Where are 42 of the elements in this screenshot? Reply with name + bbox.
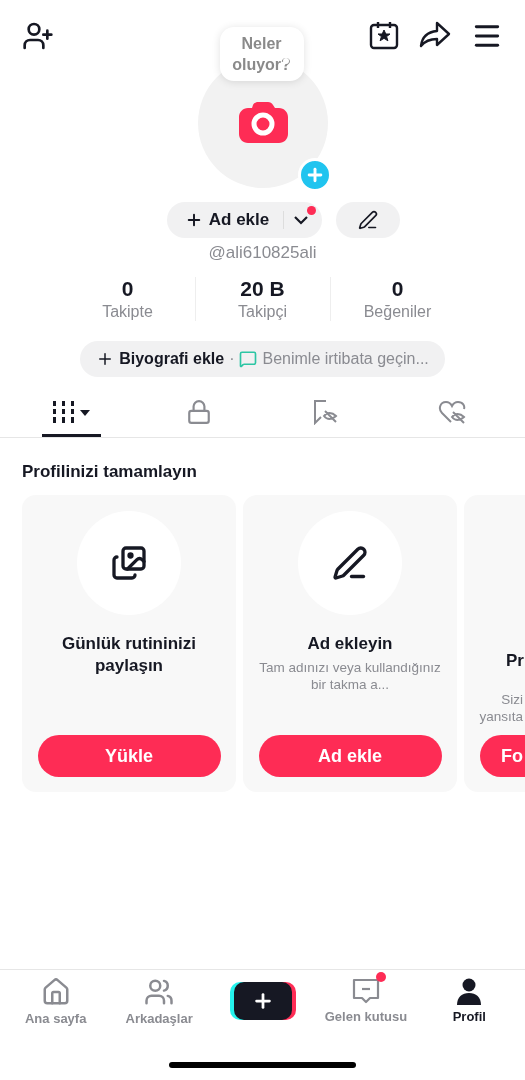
images-icon bbox=[111, 545, 147, 581]
pen-icon bbox=[358, 210, 379, 230]
edit-button[interactable] bbox=[336, 202, 401, 238]
status-tooltip[interactable]: Neler oluyor? bbox=[219, 27, 304, 81]
card-description: Sizi bbox=[500, 691, 524, 708]
card-title: Pr bbox=[506, 651, 525, 671]
stat-value: 0 bbox=[121, 277, 134, 301]
stat-label[interactable]: Beğeniler bbox=[363, 303, 432, 321]
camera-icon bbox=[236, 101, 289, 145]
grid-icon bbox=[51, 400, 92, 423]
add-friend-button[interactable] bbox=[22, 20, 54, 52]
calendar-button[interactable] bbox=[369, 20, 399, 52]
separator-dot: · bbox=[229, 350, 235, 368]
stat-value: 20 B bbox=[240, 277, 285, 301]
card-action-button[interactable]: Yükle bbox=[37, 735, 221, 777]
person-icon bbox=[455, 977, 484, 1005]
card-action-button[interactable]: Ad ekle bbox=[258, 735, 442, 777]
stat-label[interactable]: Takipte bbox=[102, 303, 153, 321]
stat-value: 0 bbox=[391, 277, 404, 301]
card-title: Günlük rutininizi paylaşın bbox=[60, 633, 198, 677]
nav-tab[interactable]: Ana sayfa bbox=[4, 970, 108, 1034]
username: @ali610825ali bbox=[207, 243, 318, 263]
add-name-button[interactable]: Ad ekle bbox=[166, 202, 323, 238]
contact-label: Benimle irtibata geçin... bbox=[262, 350, 429, 368]
nav-tab[interactable]: Profil bbox=[417, 970, 522, 1034]
nav-tab[interactable]: Gelen kutusu bbox=[314, 970, 418, 1034]
lock-icon bbox=[185, 398, 212, 425]
add-bio-label: Biyografi ekle bbox=[119, 350, 225, 368]
card-description: Tam adınızı veya kullandığınız bir takma a... bbox=[258, 659, 442, 693]
section-title: Profilinizi tamamlayın bbox=[22, 462, 198, 482]
card-description: yansıta bbox=[478, 708, 524, 725]
bio-bar[interactable]: Biyografi ekle · Benimle irtibata geçin... bbox=[80, 341, 445, 377]
home-icon bbox=[40, 977, 71, 1007]
friends-icon bbox=[144, 977, 175, 1007]
inbox-message-icon bbox=[351, 977, 380, 1005]
pen-icon bbox=[332, 545, 368, 581]
nav-tab[interactable]: Arkadaşlar bbox=[107, 970, 211, 1034]
stat-label[interactable]: Takipçi bbox=[238, 303, 287, 321]
share-arrow-icon bbox=[419, 20, 451, 50]
card-action-button[interactable]: Fo bbox=[480, 735, 525, 777]
chat-icon bbox=[239, 350, 258, 368]
card-title: Ad ekleyin bbox=[306, 633, 394, 655]
